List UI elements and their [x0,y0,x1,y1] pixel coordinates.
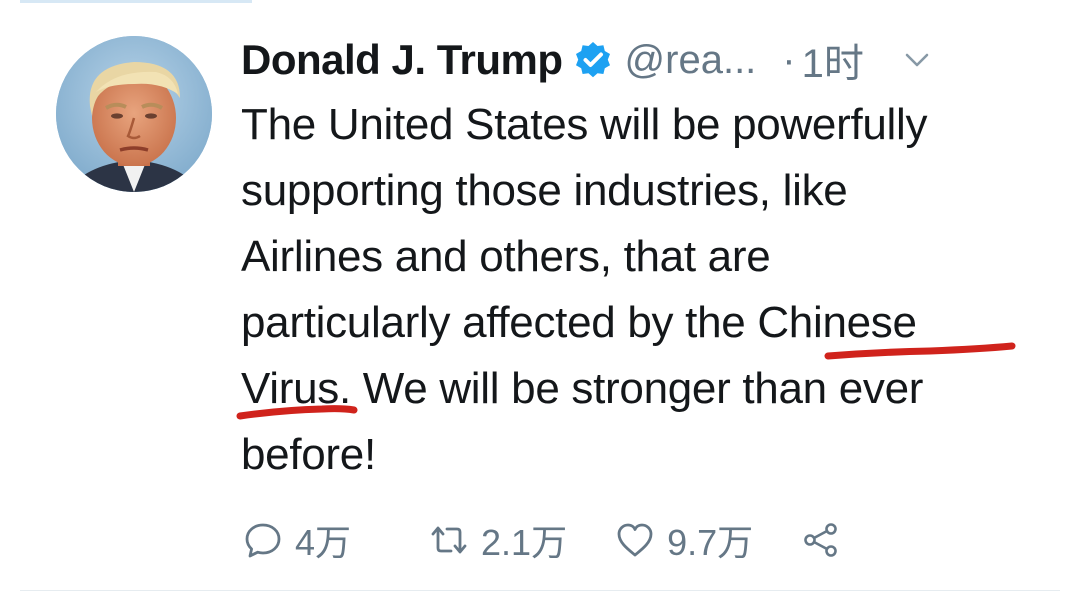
reply-icon [243,520,283,560]
tweet-text-line: The United States will be powerfully [241,100,928,149]
retweet-button[interactable]: 2.1万 [429,514,567,566]
tweet-text-line: Virus. We will be stronger than ever [241,364,924,413]
retweet-count: 2.1万 [481,522,568,563]
separator-dot: · [782,37,796,82]
bottom-divider [20,590,1060,591]
retweet-icon [429,520,469,560]
tweet-text-line: before! [241,430,376,479]
tweet-text-line: particularly affected by the Chinese [241,298,917,347]
heart-icon [615,520,655,560]
like-button[interactable]: 9.7万 [615,514,753,566]
top-accent-bar [20,0,252,3]
tweet-actions: 4万 2.1万 9.7万 [243,516,841,564]
share-icon [801,520,841,560]
avatar-portrait [56,36,212,192]
tweet-text-line: supporting those industries, like [241,166,848,215]
share-button[interactable] [801,520,841,560]
tweet-text: The United States will be powerfully sup… [241,92,1041,488]
user-handle[interactable]: @rea... [625,38,757,83]
like-count: 9.7万 [667,522,754,563]
tweet-text-line: Airlines and others, that are [241,232,771,281]
avatar[interactable] [56,36,212,192]
display-name[interactable]: Donald J. Trump [241,36,563,84]
verified-badge-icon [573,40,613,80]
tweet-header: Donald J. Trump @rea... · 1时 [241,34,1041,86]
reply-button[interactable]: 4万 [243,514,351,566]
chevron-down-icon[interactable] [902,45,932,75]
reply-count: 4万 [295,522,352,563]
timestamp[interactable]: 1时 [802,31,864,89]
